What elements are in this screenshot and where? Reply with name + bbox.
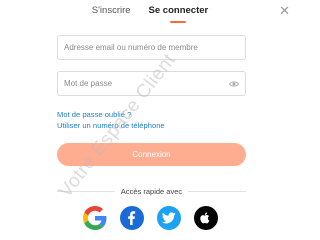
facebook-login-button[interactable] [119,206,144,230]
eye-icon[interactable] [229,79,239,89]
email-field[interactable] [57,35,246,60]
login-button[interactable]: Connexion [57,143,246,166]
quick-access-label: Accès rapide avec [120,186,183,196]
google-icon [82,206,106,230]
social-login-row [0,206,300,232]
divider-line-left [57,190,115,192]
divider-line-right [188,190,247,192]
apple-icon [200,212,210,224]
auth-tabs: S'inscrire Se connecter [0,5,300,25]
password-field[interactable] [57,71,246,96]
tab-login[interactable]: Se connecter [149,5,208,25]
forgot-password-link[interactable]: Mot de passe oublié ? [57,110,165,121]
email-input[interactable] [64,43,239,52]
facebook-icon [127,211,135,225]
auth-links: Mot de passe oublié ? Utiliser un numéro… [57,110,165,131]
twitter-login-button[interactable] [156,206,181,230]
apple-login-button[interactable] [193,206,218,230]
google-login-button[interactable] [82,206,107,230]
use-phone-link[interactable]: Utiliser un numéro de téléphone [57,121,165,132]
quick-access-divider: Accès rapide avec [57,185,247,197]
twitter-icon [161,212,176,224]
tab-signup[interactable]: S'inscrire [92,5,131,25]
password-input[interactable] [64,79,229,88]
